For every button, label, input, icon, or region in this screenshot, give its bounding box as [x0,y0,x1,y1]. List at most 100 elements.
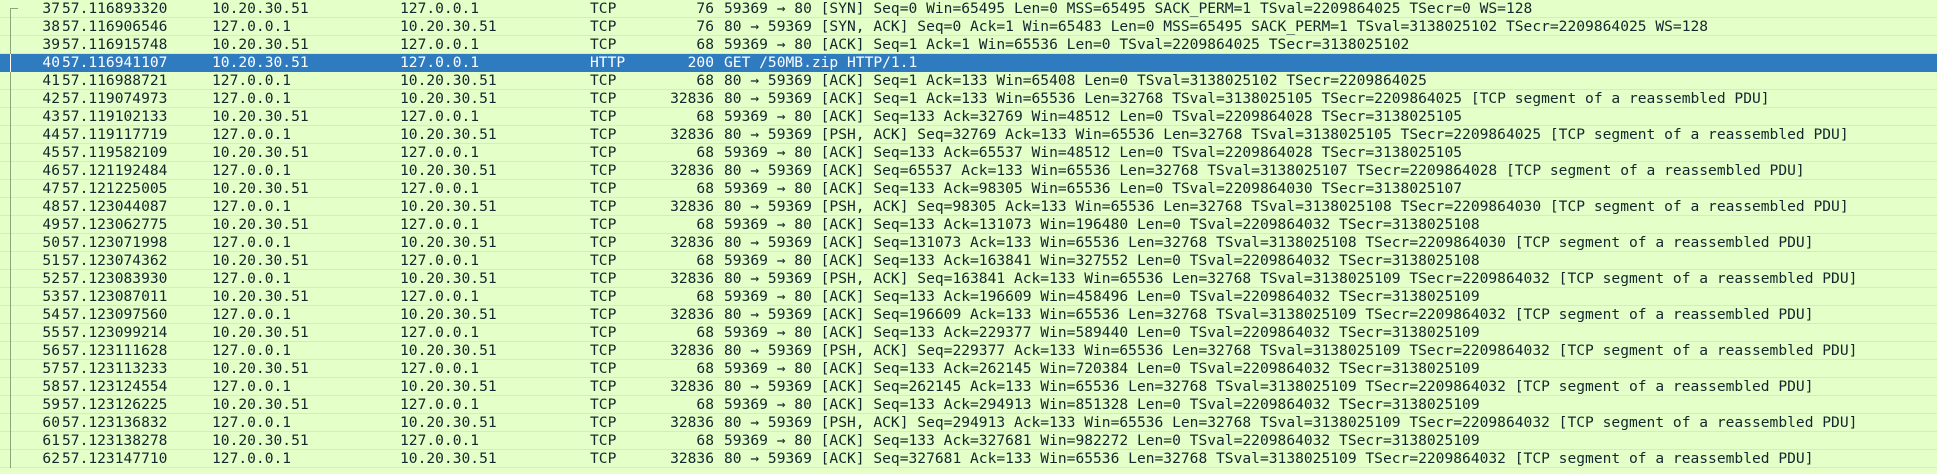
packet-row[interactable]: 50 57.123071998 127.0.0.1 10.20.30.51 TCP 328… [0,234,1937,252]
packet-number: 41 [42,72,60,89]
packet-source: 127.0.0.1 [212,414,292,431]
packet-destination: 10.20.30.51 [400,234,497,251]
packet-time: 57.119582109 [62,144,168,161]
packet-time: 57.119102133 [62,108,168,125]
packet-destination: 127.0.0.1 [400,252,480,269]
packet-length: 68 [696,216,714,233]
packet-info: 59369 → 80 [ACK] Seq=133 Ack=229377 Win=… [724,324,1480,341]
conversation-bracket [0,162,18,180]
packet-source: 10.20.30.51 [212,0,309,17]
packet-row[interactable]: 59 57.123126225 10.20.30.51 127.0.0.1 TCP 68 5… [0,396,1937,414]
packet-row[interactable]: 62 57.123147710 127.0.0.1 10.20.30.51 TCP 328… [0,450,1937,468]
packet-row[interactable]: 49 57.123062775 10.20.30.51 127.0.0.1 TCP 68 5… [0,216,1937,234]
packet-number: 38 [42,18,60,35]
packet-row[interactable]: 61 57.123138278 10.20.30.51 127.0.0.1 TCP 68 5… [0,432,1937,450]
conversation-bracket [0,90,18,108]
packet-time: 57.116906546 [62,18,168,35]
packet-source: 127.0.0.1 [212,342,292,359]
packet-info: 59369 → 80 [ACK] Seq=133 Ack=65537 Win=4… [724,144,1463,161]
packet-length: 32836 [670,270,714,287]
packet-length: 32836 [670,126,714,143]
packet-time: 57.116988721 [62,72,168,89]
packet-list[interactable]: 37 57.116893320 10.20.30.51 127.0.0.1 TCP 76 5… [0,0,1937,474]
packet-destination: 10.20.30.51 [400,126,497,143]
packet-info: 59369 → 80 [ACK] Seq=133 Ack=196609 Win=… [724,288,1480,305]
packet-length: 68 [696,360,714,377]
conversation-bracket [0,342,18,360]
conversation-bracket [0,234,18,252]
packet-length: 68 [696,324,714,341]
conversation-bracket [0,108,18,126]
packet-row[interactable]: 42 57.119074973 127.0.0.1 10.20.30.51 TCP 328… [0,90,1937,108]
packet-info: 80 → 59369 [PSH, ACK] Seq=98305 Ack=133 … [724,198,1849,215]
packet-row[interactable]: 51 57.123074362 10.20.30.51 127.0.0.1 TCP 68 5… [0,252,1937,270]
packet-row[interactable]: 41 57.116988721 127.0.0.1 10.20.30.51 TCP 68 8… [0,72,1937,90]
conversation-bracket [0,378,18,396]
packet-info: 80 → 59369 [ACK] Seq=131073 Ack=133 Win=… [724,234,1814,251]
packet-row[interactable]: 47 57.121225005 10.20.30.51 127.0.0.1 TCP 68 5… [0,180,1937,198]
packet-time: 57.121225005 [62,180,168,197]
conversation-bracket [0,306,18,324]
packet-destination: 127.0.0.1 [400,432,480,449]
packet-length: 32836 [670,198,714,215]
packet-destination: 10.20.30.51 [400,198,497,215]
packet-time: 57.119117719 [62,126,168,143]
packet-row[interactable]: 56 57.123111628 127.0.0.1 10.20.30.51 TCP 328… [0,342,1937,360]
packet-destination: 127.0.0.1 [400,216,480,233]
packet-number: 57 [42,360,60,377]
packet-number: 52 [42,270,60,287]
packet-length: 200 [687,54,714,71]
packet-row[interactable]: 58 57.123124554 127.0.0.1 10.20.30.51 TCP 328… [0,378,1937,396]
packet-row[interactable]: 53 57.123087011 10.20.30.51 127.0.0.1 TCP 68 5… [0,288,1937,306]
packet-length: 76 [696,0,714,17]
packet-row[interactable]: 37 57.116893320 10.20.30.51 127.0.0.1 TCP 76 5… [0,0,1937,18]
packet-info: 80 → 59369 [ACK] Seq=1 Ack=133 Win=65536… [724,90,1770,107]
packet-source: 10.20.30.51 [212,360,309,377]
packet-length: 68 [696,108,714,125]
packet-number: 61 [42,432,60,449]
packet-row[interactable]: 48 57.123044087 127.0.0.1 10.20.30.51 TCP 328… [0,198,1937,216]
packet-row[interactable]: 46 57.121192484 127.0.0.1 10.20.30.51 TCP 328… [0,162,1937,180]
packet-source: 10.20.30.51 [212,432,309,449]
packet-row-selected[interactable]: 40 57.116941107 10.20.30.51 127.0.0.1 HTTP 20… [0,54,1937,72]
packet-row[interactable]: 38 57.116906546 127.0.0.1 10.20.30.51 TCP 76 8… [0,18,1937,36]
packet-length: 68 [696,72,714,89]
packet-source: 10.20.30.51 [212,54,309,71]
packet-destination: 10.20.30.51 [400,162,497,179]
packet-row[interactable]: 57 57.123113233 10.20.30.51 127.0.0.1 TCP 68 5… [0,360,1937,378]
packet-row[interactable]: 44 57.119117719 127.0.0.1 10.20.30.51 TCP 328… [0,126,1937,144]
packet-row[interactable]: 55 57.123099214 10.20.30.51 127.0.0.1 TCP 68 5… [0,324,1937,342]
conversation-bracket [0,432,18,450]
packet-source: 10.20.30.51 [212,144,309,161]
packet-info: GET /50MB.zip HTTP/1.1 [724,54,918,71]
packet-row[interactable]: 45 57.119582109 10.20.30.51 127.0.0.1 TCP 68 5… [0,144,1937,162]
packet-destination: 127.0.0.1 [400,144,480,161]
packet-length: 68 [696,432,714,449]
packet-source: 10.20.30.51 [212,180,309,197]
packet-time: 57.123083930 [62,270,168,287]
packet-source: 127.0.0.1 [212,126,292,143]
packet-row[interactable]: 54 57.123097560 127.0.0.1 10.20.30.51 TCP 328… [0,306,1937,324]
packet-number: 42 [42,90,60,107]
packet-row[interactable]: 43 57.119102133 10.20.30.51 127.0.0.1 TCP 68 5… [0,108,1937,126]
packet-time: 57.123097560 [62,306,168,323]
packet-row[interactable]: 60 57.123136832 127.0.0.1 10.20.30.51 TCP 328… [0,414,1937,432]
packet-row[interactable]: 52 57.123083930 127.0.0.1 10.20.30.51 TCP 328… [0,270,1937,288]
packet-info: 80 → 59369 [PSH, ACK] Seq=294913 Ack=133… [724,414,1858,431]
packet-info: 59369 → 80 [ACK] Seq=133 Ack=163841 Win=… [724,252,1480,269]
packet-source: 10.20.30.51 [212,288,309,305]
packet-time: 57.123111628 [62,342,168,359]
packet-number: 37 [42,0,60,17]
packet-row[interactable]: 39 57.116915748 10.20.30.51 127.0.0.1 TCP 68 5… [0,36,1937,54]
packet-destination: 10.20.30.51 [400,72,497,89]
packet-info: 80 → 59369 [ACK] Seq=196609 Ack=133 Win=… [724,306,1814,323]
packet-number: 49 [42,216,60,233]
packet-info: 59369 → 80 [ACK] Seq=1 Ack=1 Win=65536 L… [724,36,1410,53]
packet-length: 68 [696,288,714,305]
packet-number: 48 [42,198,60,215]
conversation-bracket [0,450,18,468]
packet-source: 10.20.30.51 [212,108,309,125]
packet-info: 59369 → 80 [ACK] Seq=133 Ack=98305 Win=6… [724,180,1463,197]
conversation-bracket [0,126,18,144]
packet-number: 53 [42,288,60,305]
